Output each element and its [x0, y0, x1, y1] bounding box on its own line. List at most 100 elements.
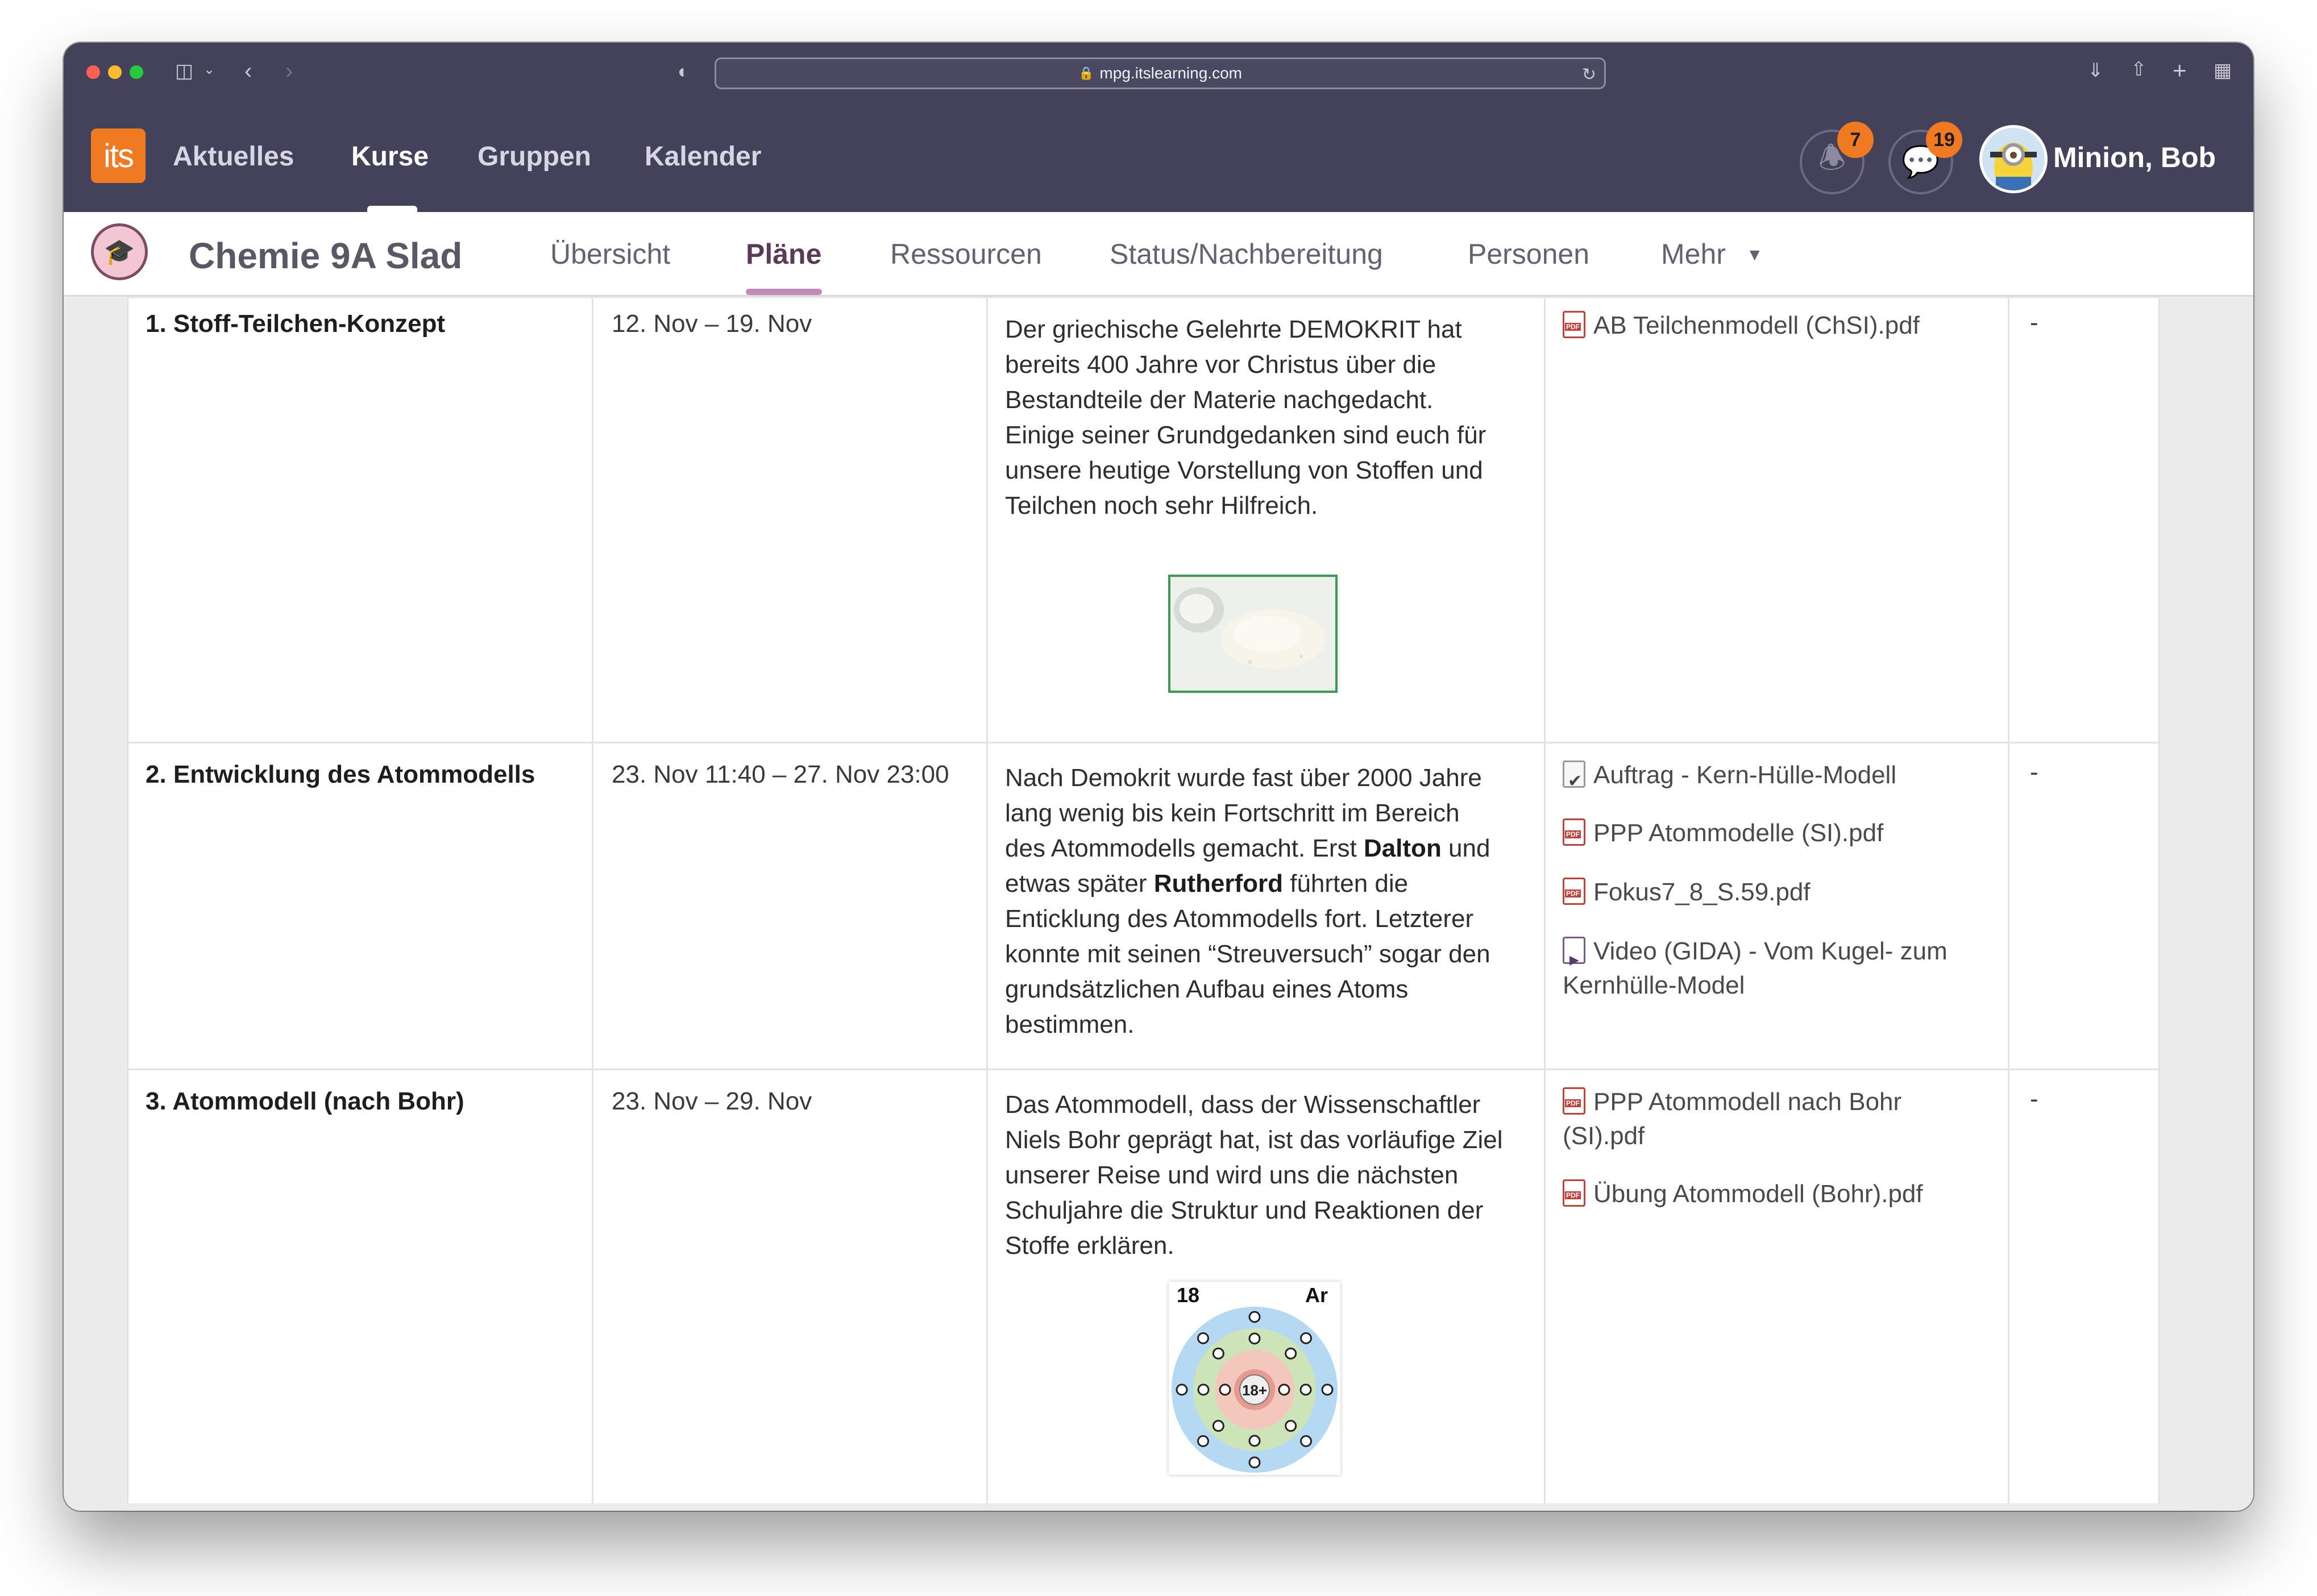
address-bar[interactable]: 🔒 mpg.itslearning.com ↻	[715, 57, 1606, 89]
avatar[interactable]	[1979, 125, 2048, 193]
electron	[1299, 1383, 1312, 1396]
plan-date: 12. Nov – 19. Nov	[612, 310, 812, 338]
atom-symbol: Ar	[1305, 1283, 1328, 1307]
resource-link[interactable]: Auftrag - Kern-Hülle-Modell	[1563, 758, 1995, 799]
electron	[1300, 1332, 1313, 1344]
description-line: bereits 400 Jahre vor Christus über die	[1005, 351, 1436, 379]
graduation-cap-icon[interactable]: 🎓	[91, 223, 148, 280]
nav-active-indicator	[367, 206, 417, 212]
plan-status: -	[2030, 309, 2038, 336]
video-icon	[1563, 937, 1585, 977]
lock-icon: 🔒	[1078, 66, 1094, 80]
new-tab-icon[interactable]: +	[2173, 59, 2187, 82]
resource-label-line: Video (GIDA) - Vom Kugel- zum	[1563, 934, 1995, 977]
notifications-badge: 7	[1837, 122, 1874, 158]
bohr-atom-image[interactable]: 18 Ar 18+	[1169, 1282, 1340, 1475]
its-logo[interactable]: its	[91, 128, 146, 183]
plan-topic[interactable]: 3. Atommodell (nach Bohr)	[146, 1087, 464, 1116]
tab-mehr[interactable]: Mehr ▼	[1661, 238, 1763, 271]
tab-status[interactable]: Status/Nachbereitung	[1110, 238, 1383, 271]
plan-status: -	[2030, 1085, 2038, 1113]
nav-kurse[interactable]: Kurse	[351, 141, 429, 172]
nav-gruppen[interactable]: Gruppen	[477, 141, 591, 172]
share-icon[interactable]: ⇧	[2131, 60, 2147, 79]
nav-kalender[interactable]: Kalender	[645, 141, 761, 172]
resource-label-line: (SI).pdf	[1563, 1122, 1645, 1150]
resource-link[interactable]: PPP Atommodell nach Bohr (SI).pdf	[1563, 1085, 1995, 1153]
description-bold: Dalton	[1363, 834, 1442, 862]
pdf-icon	[1563, 311, 1585, 338]
zoom-window-button[interactable]	[130, 65, 143, 79]
course-title[interactable]: Chemie 9A Slad	[189, 235, 462, 277]
electron	[1321, 1383, 1334, 1396]
description-text: etwas später	[1005, 870, 1154, 897]
tab-ressourcen[interactable]: Ressourcen	[890, 238, 1042, 271]
resource-label: Übung Atommodell (Bohr).pdf	[1593, 1180, 1923, 1208]
back-icon[interactable]: ‹	[244, 60, 252, 82]
electron	[1278, 1383, 1290, 1396]
tab-personen[interactable]: Personen	[1468, 238, 1589, 271]
download-icon[interactable]: ⇓	[2087, 61, 2104, 80]
resource-link[interactable]: Fokus7_8_S.59.pdf	[1563, 875, 1995, 909]
description-line: Einige seiner Grundgedanken sind euch fü…	[1005, 421, 1486, 449]
topic-cell: 2. Entwicklung des Atommodells	[128, 743, 593, 1069]
privacy-shield-icon[interactable]: ◐	[678, 62, 690, 81]
resources-cell: Auftrag - Kern-Hülle-Modell PPP Atommode…	[1546, 743, 2009, 1069]
status-cell: -	[2009, 1070, 2158, 1503]
electron	[1219, 1383, 1231, 1396]
description-text: des Atommodells gemacht. Erst	[1005, 834, 1364, 862]
browser-window: ◫ ⌄ ‹ › ◐ 🔒 mpg.itslearning.com ↻ ⇓ ⇧ + …	[64, 43, 2253, 1511]
resource-label: PPP Atommodell nach Bohr	[1593, 1088, 1902, 1116]
sidebar-toggle-icon[interactable]: ◫	[175, 61, 193, 81]
table-row: 2. Entwicklung des Atommodells 23. Nov 1…	[128, 743, 2158, 1070]
description-line: Niels Bohr geprägt hat, ist das vorläufi…	[1005, 1126, 1503, 1154]
resource-link[interactable]: Übung Atommodell (Bohr).pdf	[1563, 1177, 1995, 1211]
description-line: Der griechische Gelehrte DEMOKRIT hat	[1005, 315, 1462, 343]
description-cell: Nach Demokrit wurde fast über 2000 Jahre…	[988, 743, 1546, 1069]
powder-image[interactable]	[1168, 575, 1338, 693]
forward-icon[interactable]: ›	[285, 60, 293, 82]
plans-content: 1. Stoff-Teilchen-Konzept 12. Nov – 19. …	[92, 298, 2202, 1503]
description-line: Schuljahre die Struktur und Reaktionen d…	[1005, 1196, 1484, 1224]
tab-plaene[interactable]: Pläne	[746, 238, 821, 271]
plan-description: Das Atommodell, dass der Wissenschaftler…	[1005, 1087, 1534, 1264]
description-line: Bestandteile der Materie nachgedacht.	[1005, 386, 1434, 414]
top-navigation: its Aktuelles Kurse Gruppen Kalender 🕭 7…	[64, 100, 2253, 212]
description-line: unserer Reise und wird uns die nächsten	[1005, 1161, 1459, 1189]
user-name[interactable]: Minion, Bob	[2053, 141, 2216, 174]
pdf-icon	[1563, 878, 1585, 905]
close-window-button[interactable]	[86, 65, 100, 79]
plan-date: 23. Nov 11:40 – 27. Nov 23:00	[612, 760, 949, 788]
pdf-icon	[1563, 818, 1585, 846]
tab-uebersicht[interactable]: Übersicht	[550, 238, 670, 271]
browser-titlebar: ◫ ⌄ ‹ › ◐ 🔒 mpg.itslearning.com ↻ ⇓ ⇧ + …	[64, 43, 2253, 100]
minimize-window-button[interactable]	[108, 65, 122, 79]
description-text: führten die	[1283, 870, 1409, 897]
electron	[1285, 1420, 1297, 1432]
pdf-icon	[1563, 1087, 1585, 1115]
tab-overview-icon[interactable]: ▦	[2214, 61, 2232, 80]
electron	[1197, 1383, 1210, 1396]
electron	[1248, 1311, 1261, 1323]
description-line: Nach Demokrit wurde fast über 2000 Jahre	[1005, 764, 1482, 792]
electron	[1285, 1347, 1297, 1360]
electron	[1212, 1347, 1224, 1360]
resources-cell: AB Teilchenmodell (ChSI).pdf	[1546, 298, 2009, 742]
plan-topic[interactable]: 2. Entwicklung des Atommodells	[146, 760, 535, 789]
resource-link[interactable]: AB Teilchenmodell (ChSI).pdf	[1563, 309, 1995, 343]
plan-description: Der griechische Gelehrte DEMOKRIT hat be…	[1005, 312, 1534, 523]
plan-topic[interactable]: 1. Stoff-Teilchen-Konzept	[146, 310, 445, 338]
date-cell: 23. Nov 11:40 – 27. Nov 23:00	[593, 743, 988, 1069]
description-line: unsere heutige Vorstellung von Stoffen u…	[1005, 456, 1483, 484]
status-cell: -	[2009, 298, 2158, 742]
resource-label: Fokus7_8_S.59.pdf	[1593, 878, 1811, 906]
electron	[1176, 1383, 1188, 1396]
nav-aktuelles[interactable]: Aktuelles	[173, 141, 294, 172]
resource-link[interactable]: PPP Atommodelle (SI).pdf	[1563, 816, 1995, 850]
table-row: 3. Atommodell (nach Bohr) 23. Nov – 29. …	[128, 1070, 2158, 1503]
description-line: Teilchen noch sehr Hilfreich.	[1005, 492, 1318, 519]
description-line: grundsätzlichen Aufbau eines Atoms	[1005, 975, 1409, 1003]
resource-link[interactable]: Video (GIDA) - Vom Kugel- zum Kernhülle-…	[1563, 934, 1995, 1003]
reload-icon[interactable]: ↻	[1582, 65, 1596, 85]
chevron-down-icon[interactable]: ⌄	[204, 63, 215, 77]
